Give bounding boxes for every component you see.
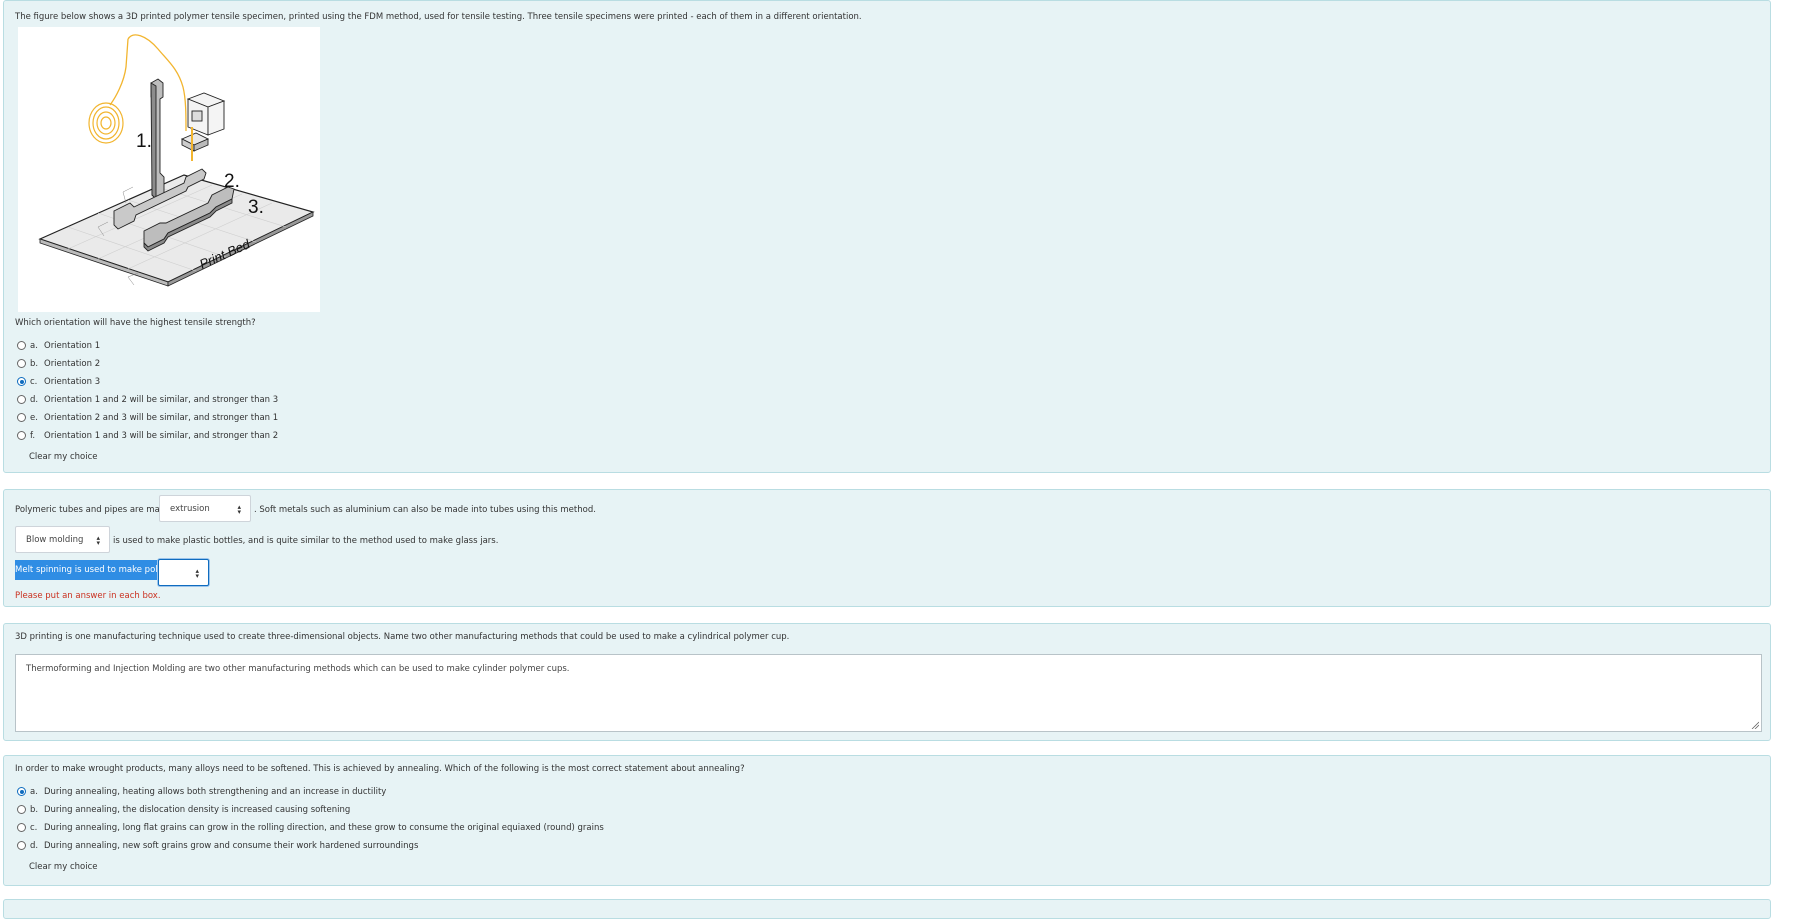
- specimen-1: [150, 78, 165, 201]
- option-letter: d.: [30, 841, 39, 851]
- figure-label-2: 2.: [224, 171, 240, 192]
- radio-icon[interactable]: [17, 805, 26, 814]
- option-text[interactable]: Orientation 2: [44, 359, 100, 369]
- question-5-panel-edge: [3, 899, 1771, 919]
- fdm-specimen-figure: 1. 2. 3. Print Bed: [18, 27, 320, 312]
- select-value: extrusion: [170, 504, 210, 514]
- option-text[interactable]: Orientation 3: [44, 377, 100, 387]
- option-letter: f.: [30, 431, 36, 441]
- clear-choice-link[interactable]: Clear my choice: [29, 862, 97, 872]
- q3-question: 3D printing is one manufacturing techniq…: [15, 632, 790, 642]
- print-head-icon: [180, 92, 226, 161]
- option-text[interactable]: During annealing, the dislocation densit…: [44, 805, 350, 815]
- q2-validation-error: Please put an answer in each box.: [15, 591, 161, 601]
- option-letter: c.: [30, 823, 38, 833]
- radio-icon[interactable]: [17, 413, 26, 422]
- option-letter: e.: [30, 413, 38, 423]
- option-text[interactable]: During annealing, heating allows both st…: [44, 787, 386, 797]
- option-letter: b.: [30, 359, 39, 369]
- select-value: Blow molding: [26, 535, 84, 545]
- figure-label-3: 3.: [248, 197, 264, 218]
- q4-question: In order to make wrought products, many …: [15, 764, 745, 774]
- radio-icon[interactable]: [17, 841, 26, 850]
- option-letter: d.: [30, 395, 39, 405]
- option-letter: b.: [30, 805, 39, 815]
- radio-icon[interactable]: [17, 395, 26, 404]
- resize-handle-icon[interactable]: [1751, 721, 1759, 729]
- figure-label-1: 1.: [136, 131, 152, 152]
- radio-icon[interactable]: [17, 787, 26, 796]
- question-3-panel: 3D printing is one manufacturing techniq…: [3, 623, 1771, 741]
- fiber-method-select[interactable]: ▴ ▾: [158, 559, 209, 586]
- question-1-panel: The figure below shows a 3D printed poly…: [3, 0, 1771, 473]
- q1-question: Which orientation will have the highest …: [15, 318, 256, 328]
- option-text[interactable]: Orientation 1 and 2 will be similar, and…: [44, 395, 278, 405]
- radio-icon[interactable]: [17, 359, 26, 368]
- select-caret-icon: ▴ ▾: [237, 503, 241, 516]
- question-2-panel: Polymeric tubes and pipes are made by ex…: [3, 489, 1771, 607]
- q2-line2-after: is used to make plastic bottles, and is …: [113, 536, 499, 546]
- select-caret-icon: ▴ ▾: [96, 534, 100, 547]
- tube-method-select[interactable]: extrusion ▴ ▾: [159, 495, 251, 522]
- fdm-figure-drawing: 1. 2. 3. Print Bed: [38, 34, 315, 287]
- bottle-method-select[interactable]: Blow molding ▴ ▾: [15, 526, 110, 553]
- q2-line3-highlight: Melt spinning is used to make polymer: [15, 560, 158, 580]
- radio-icon[interactable]: [17, 341, 26, 350]
- clear-choice-link[interactable]: Clear my choice: [29, 452, 97, 462]
- option-letter: a.: [30, 341, 38, 351]
- option-text[interactable]: During annealing, new soft grains grow a…: [44, 841, 418, 851]
- option-text[interactable]: Orientation 2 and 3 will be similar, and…: [44, 413, 278, 423]
- radio-icon[interactable]: [17, 377, 26, 386]
- question-4-panel: In order to make wrought products, many …: [3, 755, 1771, 886]
- option-letter: c.: [30, 377, 38, 387]
- filament-spool-icon: [88, 102, 124, 144]
- q1-intro: The figure below shows a 3D printed poly…: [15, 12, 862, 22]
- option-letter: a.: [30, 787, 38, 797]
- q2-line1-after: . Soft metals such as aluminium can also…: [254, 505, 596, 515]
- radio-icon[interactable]: [17, 823, 26, 832]
- select-caret-icon: ▴ ▾: [195, 567, 199, 580]
- option-text[interactable]: During annealing, long flat grains can g…: [44, 823, 604, 833]
- option-text[interactable]: Orientation 1: [44, 341, 100, 351]
- q3-answer-text: Thermoforming and Injection Molding are …: [26, 664, 570, 674]
- radio-icon[interactable]: [17, 431, 26, 440]
- q3-answer-textarea[interactable]: Thermoforming and Injection Molding are …: [15, 654, 1762, 732]
- option-text[interactable]: Orientation 1 and 3 will be similar, and…: [44, 431, 278, 441]
